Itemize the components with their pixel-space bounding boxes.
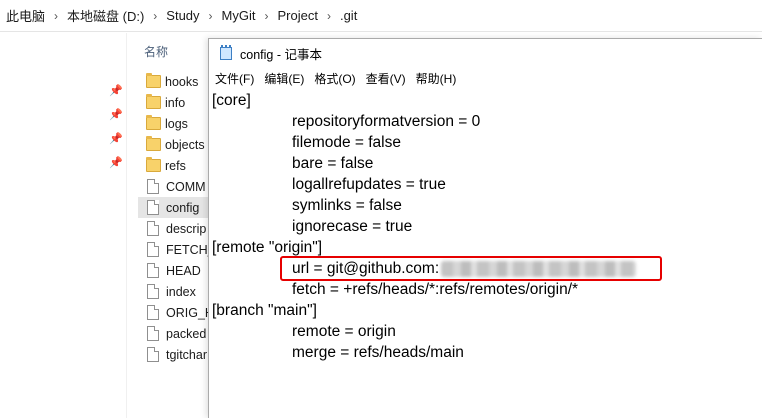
chevron-right-icon[interactable]: › — [258, 9, 276, 23]
file-name: logs — [165, 116, 188, 131]
config-line: repositoryformatversion = 0 — [292, 113, 481, 130]
pin-icon[interactable]: 📌 — [109, 85, 123, 97]
file-icon — [147, 263, 159, 278]
chevron-right-icon[interactable]: › — [202, 9, 220, 23]
navigation-pane: 📌 📌 📌 📌 — [0, 33, 127, 418]
column-header-name[interactable]: 名称 — [144, 43, 168, 60]
title-bar[interactable]: config - 记事本 — [209, 39, 762, 67]
folder-icon — [146, 73, 161, 88]
notepad-window: config - 记事本 文件(F) 编辑(E) 格式(O) 查看(V) 帮助(… — [208, 38, 762, 418]
config-line: symlinks = false — [292, 197, 402, 214]
breadcrumb-item-project[interactable]: Project — [276, 8, 320, 23]
breadcrumb-item-this-pc[interactable]: 此电脑 — [4, 6, 47, 25]
file-icon — [147, 179, 159, 194]
folder-icon — [146, 94, 161, 109]
menu-bar: 文件(F) 编辑(E) 格式(O) 查看(V) 帮助(H) — [209, 67, 762, 89]
config-line: logallrefupdates = true — [292, 176, 446, 193]
config-line: ignorecase = true — [292, 218, 413, 235]
config-line: remote = origin — [292, 323, 396, 340]
folder-icon — [146, 157, 161, 172]
menu-format[interactable]: 格式(O) — [314, 70, 361, 87]
config-line: bare = false — [292, 155, 374, 172]
file-name: refs — [165, 158, 186, 173]
chevron-right-icon[interactable]: › — [146, 9, 164, 23]
file-icon — [147, 326, 159, 341]
file-name: descrip — [166, 221, 207, 236]
menu-edit[interactable]: 编辑(E) — [264, 70, 310, 87]
chevron-right-icon[interactable]: › — [320, 9, 338, 23]
breadcrumb-item-drive-d[interactable]: 本地磁盘 (D:) — [65, 6, 146, 25]
breadcrumb-item-study[interactable]: Study — [164, 8, 201, 23]
file-name: index — [166, 284, 196, 299]
config-line: [core] — [212, 92, 251, 109]
text-editor[interactable]: [core] repositoryformatversion = 0 filem… — [209, 90, 762, 418]
file-name: HEAD — [166, 263, 201, 278]
file-name: tgitchar — [166, 347, 207, 362]
config-line: [remote "origin"] — [212, 239, 323, 256]
file-name: COMM — [166, 179, 206, 194]
menu-view[interactable]: 查看(V) — [366, 70, 412, 87]
file-icon — [147, 347, 159, 362]
file-name: ORIG_H — [166, 305, 214, 320]
pin-icon[interactable]: 📌 — [109, 133, 123, 145]
file-icon — [147, 200, 159, 215]
breadcrumb-item-mygit[interactable]: MyGit — [220, 8, 258, 23]
highlight-annotation-box — [280, 256, 662, 281]
menu-help[interactable]: 帮助(H) — [416, 70, 463, 87]
file-name: hooks — [165, 74, 199, 89]
notepad-icon — [218, 45, 234, 61]
breadcrumb-item-git[interactable]: .git — [338, 8, 359, 23]
folder-icon — [146, 115, 161, 130]
config-line: merge = refs/heads/main — [292, 344, 464, 361]
config-line: filemode = false — [292, 134, 401, 151]
window-title: config - 记事本 — [240, 47, 322, 62]
file-name: packed — [166, 326, 207, 341]
file-icon — [147, 305, 159, 320]
breadcrumb[interactable]: 此电脑 › 本地磁盘 (D:) › Study › MyGit › Projec… — [0, 0, 762, 32]
pin-icon[interactable]: 📌 — [109, 157, 123, 169]
config-line: fetch = +refs/heads/*:refs/remotes/origi… — [292, 281, 579, 298]
folder-icon — [146, 136, 161, 151]
chevron-right-icon[interactable]: › — [47, 9, 65, 23]
pin-icon[interactable]: 📌 — [109, 109, 123, 121]
file-icon — [147, 284, 159, 299]
file-name: objects — [165, 137, 205, 152]
file-name: config — [166, 200, 200, 215]
file-icon — [147, 221, 159, 236]
file-icon — [147, 242, 159, 257]
menu-file[interactable]: 文件(F) — [215, 70, 260, 87]
config-line: [branch "main"] — [212, 302, 317, 319]
file-name: info — [165, 95, 186, 110]
